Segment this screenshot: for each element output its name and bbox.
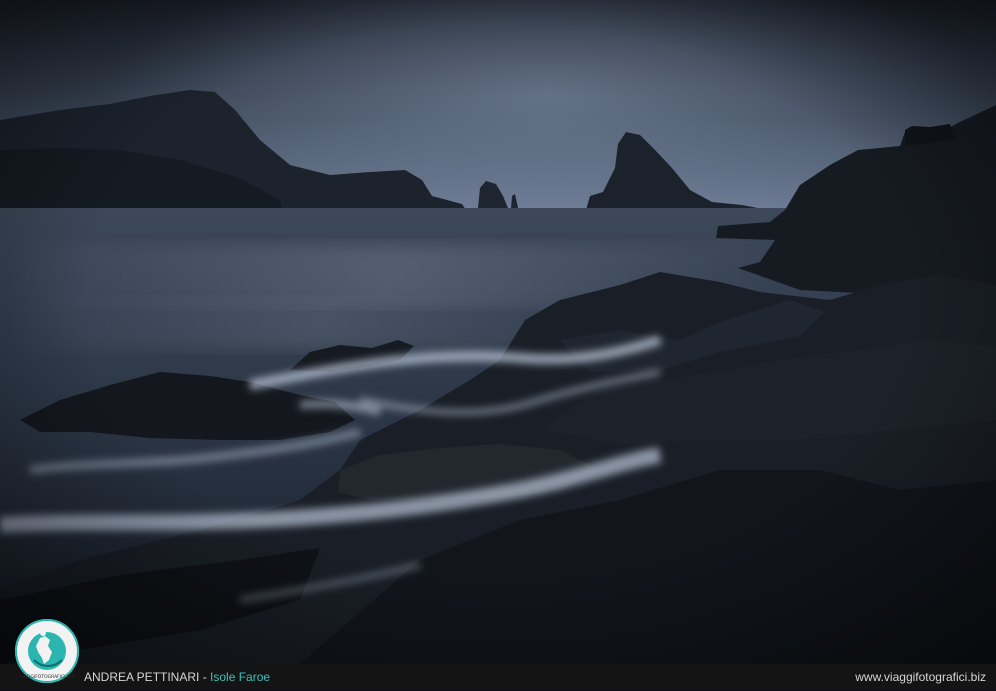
caption-bar: ANDREA PETTINARI - Isole Faroe www.viagg… bbox=[0, 664, 996, 690]
location-label: Isole Faroe bbox=[210, 670, 271, 684]
brand-logo: VIAGGIFOTOGRAFICI.BIZ bbox=[12, 616, 82, 686]
website-link[interactable]: www.viaggifotografici.biz bbox=[855, 670, 986, 684]
landscape-photo bbox=[0, 0, 996, 664]
credit-separator: - bbox=[199, 670, 211, 684]
photo-credit: ANDREA PETTINARI - Isole Faroe bbox=[84, 670, 270, 684]
photographer-name: ANDREA PETTINARI bbox=[84, 670, 200, 684]
logo-text: VIAGGIFOTOGRAFICI.BIZ bbox=[20, 674, 75, 680]
